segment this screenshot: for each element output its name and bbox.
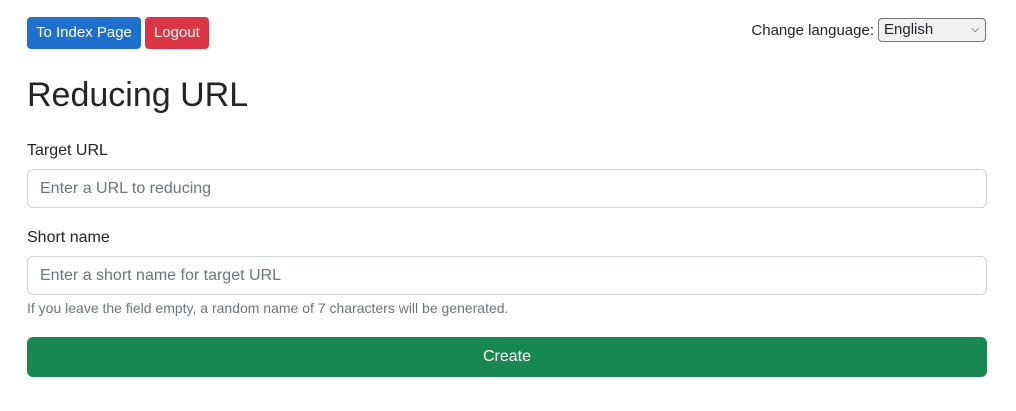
short-name-input[interactable]: [27, 256, 987, 295]
language-selected-value: English: [884, 21, 934, 38]
reduce-url-page: To Index Page Logout Change language: En…: [0, 0, 1016, 411]
chevron-down-icon: ⌵: [971, 24, 979, 35]
language-label: Change language:: [751, 21, 874, 39]
language-switcher: Change language: English ⌵: [751, 18, 986, 42]
short-name-label: Short name: [27, 229, 110, 246]
to-index-page-button[interactable]: To Index Page: [27, 17, 141, 49]
short-name-help-text: If you leave the field empty, a random n…: [27, 300, 509, 316]
top-button-group: To Index Page Logout: [27, 17, 209, 49]
target-url-input[interactable]: [27, 169, 987, 208]
create-button[interactable]: Create: [27, 337, 987, 377]
logout-button[interactable]: Logout: [144, 17, 209, 49]
target-url-label: Target URL: [27, 142, 108, 159]
page-title: Reducing URL: [27, 76, 249, 114]
language-select[interactable]: English ⌵: [878, 18, 986, 42]
